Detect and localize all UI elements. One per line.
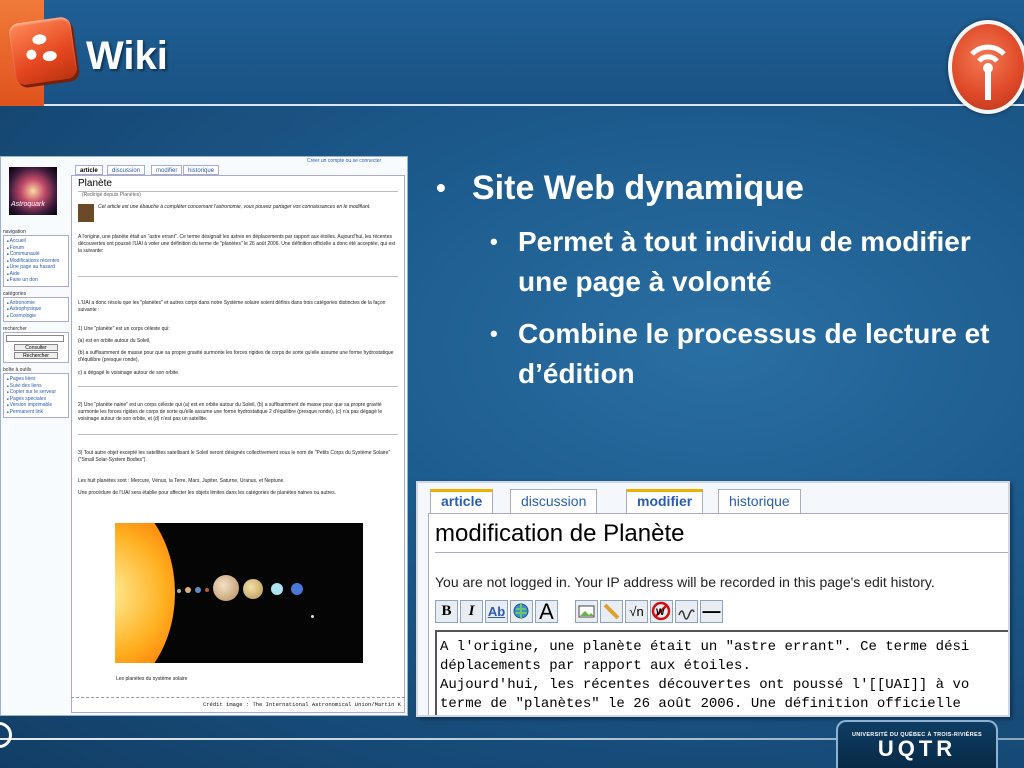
planet-earth: [195, 587, 201, 593]
tab-modifier[interactable]: modifier: [151, 165, 183, 175]
tab-discussion[interactable]: discussion: [510, 489, 598, 513]
heading-underline: [435, 552, 1008, 553]
redirect-note: (Redirigé depuis Planètes): [82, 192, 141, 198]
uqtr-acronym: UQTR: [877, 736, 957, 761]
toolbox-box: Pages liées Suivi des liens Copier sur l…: [3, 373, 69, 418]
definition-2: 2) Une "planète naine" est un corps céle…: [78, 402, 383, 422]
corner-ring-decoration: [0, 722, 12, 748]
tab-article[interactable]: article: [430, 489, 494, 513]
solar-system-image[interactable]: [115, 523, 363, 663]
broadcast-icon[interactable]: [948, 20, 1024, 114]
procedure: Une procédure de l'UAI sera établie pour…: [78, 490, 336, 496]
ip-notice: You are not logged in. Your IP address w…: [435, 574, 935, 590]
tab-modifier[interactable]: modifier: [626, 489, 704, 513]
math-button[interactable]: √n: [625, 600, 648, 623]
wiki-site-logo[interactable]: Astroquark: [9, 167, 57, 215]
bullet-main: • Site Web dynamique: [436, 169, 804, 207]
planet-uranus: [271, 583, 283, 595]
definition-1-b: (b) a suffisamment de masse pour que sa …: [78, 350, 394, 363]
uqtr-logo: UNIVERSITÉ DU QUÉBEC À TROIS-RIVIÈRES UQ…: [836, 720, 998, 768]
internal-link-button[interactable]: Ab: [485, 600, 508, 623]
image-icon[interactable]: [575, 600, 598, 623]
slide: Wiki • Site Web dynamique • Permet à tout …: [0, 0, 1024, 768]
search-box: Consulter Rechercher: [3, 332, 69, 363]
dwarf-planet: [311, 615, 314, 618]
edit-body: modification de Planète You are not logg…: [428, 513, 1008, 715]
rechercher-button[interactable]: Rechercher: [14, 352, 58, 359]
planet-venus: [185, 587, 191, 593]
external-link-icon[interactable]: [510, 600, 533, 623]
intro-paragraph: A l'origine, une planète était un "astre…: [78, 234, 396, 254]
consulter-button[interactable]: Consulter: [14, 344, 58, 351]
media-icon[interactable]: [600, 600, 623, 623]
image-caption: Les planètes du système solaire: [116, 676, 188, 682]
image-credit: Crédit image : The International Astrono…: [71, 697, 405, 711]
bold-button[interactable]: B: [435, 600, 458, 623]
tab-discussion[interactable]: discussion: [107, 165, 146, 175]
header-divider: [44, 104, 1024, 106]
wiki-page-screenshot: Astroquark Créer un compte ou se connect…: [0, 156, 408, 716]
horizontal-line-button[interactable]: —: [700, 600, 723, 623]
category-item[interactable]: Cosmologie: [7, 313, 65, 320]
edit-page-screenshot: modification de Planète You are not logg…: [416, 481, 1010, 717]
search-input[interactable]: [6, 335, 64, 342]
signature-icon[interactable]: [675, 600, 698, 623]
slide-title: Wiki: [86, 34, 168, 78]
login-link[interactable]: Créer un compte ou se connecter: [307, 158, 381, 164]
uai-intro: L'UAI a donc résolu que les "planètes" e…: [78, 300, 386, 313]
planet-mars: [205, 588, 209, 592]
edit-textarea[interactable]: A l'origine, une planète était un "astre…: [435, 630, 1008, 715]
planet-jupiter: [213, 575, 239, 601]
article-title: Planète: [78, 178, 112, 189]
wiki-logo-icon: [7, 15, 79, 87]
stub-icon: [78, 204, 94, 222]
edit-heading: modification de Planète: [435, 520, 685, 547]
eight-planets: Les huit planètes sont : Mercure, Vénus,…: [78, 478, 285, 484]
toolbox-item[interactable]: Permanent link: [7, 409, 65, 416]
tab-article[interactable]: article: [75, 165, 103, 175]
tab-historique[interactable]: historique: [718, 489, 801, 513]
bullet-list: • Site Web dynamique • Permet à tout indiv…: [430, 166, 1010, 394]
wiki-sidebar: navigation Accueil Forum Communauté Modi…: [3, 225, 69, 418]
definition-1-title: 1) Une "planète" est un corps céleste qu…: [78, 326, 170, 332]
svg-text:W: W: [656, 607, 665, 617]
definition-1-c: c) a dégagé le voisinage autour de son o…: [78, 370, 180, 376]
navigation-box: Accueil Forum Communauté Modifications r…: [3, 235, 69, 287]
stub-notice: Cet article est une ébauche à compléter …: [98, 204, 371, 210]
definition-1-a: (a) est en orbite autour du Soleil,: [78, 338, 151, 344]
nowiki-icon[interactable]: W: [650, 600, 673, 623]
definition-3: 3) Tout autre objet excepté les satellit…: [78, 450, 391, 463]
planet-neptune: [291, 583, 303, 595]
tab-historique[interactable]: historique: [183, 165, 220, 175]
heading-button[interactable]: A: [535, 600, 558, 623]
planet-mercury: [177, 589, 181, 593]
categories-box: Astronomie Astrophysique Cosmologie: [3, 296, 69, 322]
sun: [115, 523, 175, 663]
bullet-sub-2: • Combine le processus de lecture et d’éd…: [490, 318, 990, 389]
italic-button[interactable]: I: [460, 600, 483, 623]
nav-item[interactable]: Faire un don: [7, 277, 65, 284]
bullet-sub-1: • Permet à tout individu de modifier une …: [490, 226, 971, 297]
planet-saturn: [243, 579, 263, 599]
